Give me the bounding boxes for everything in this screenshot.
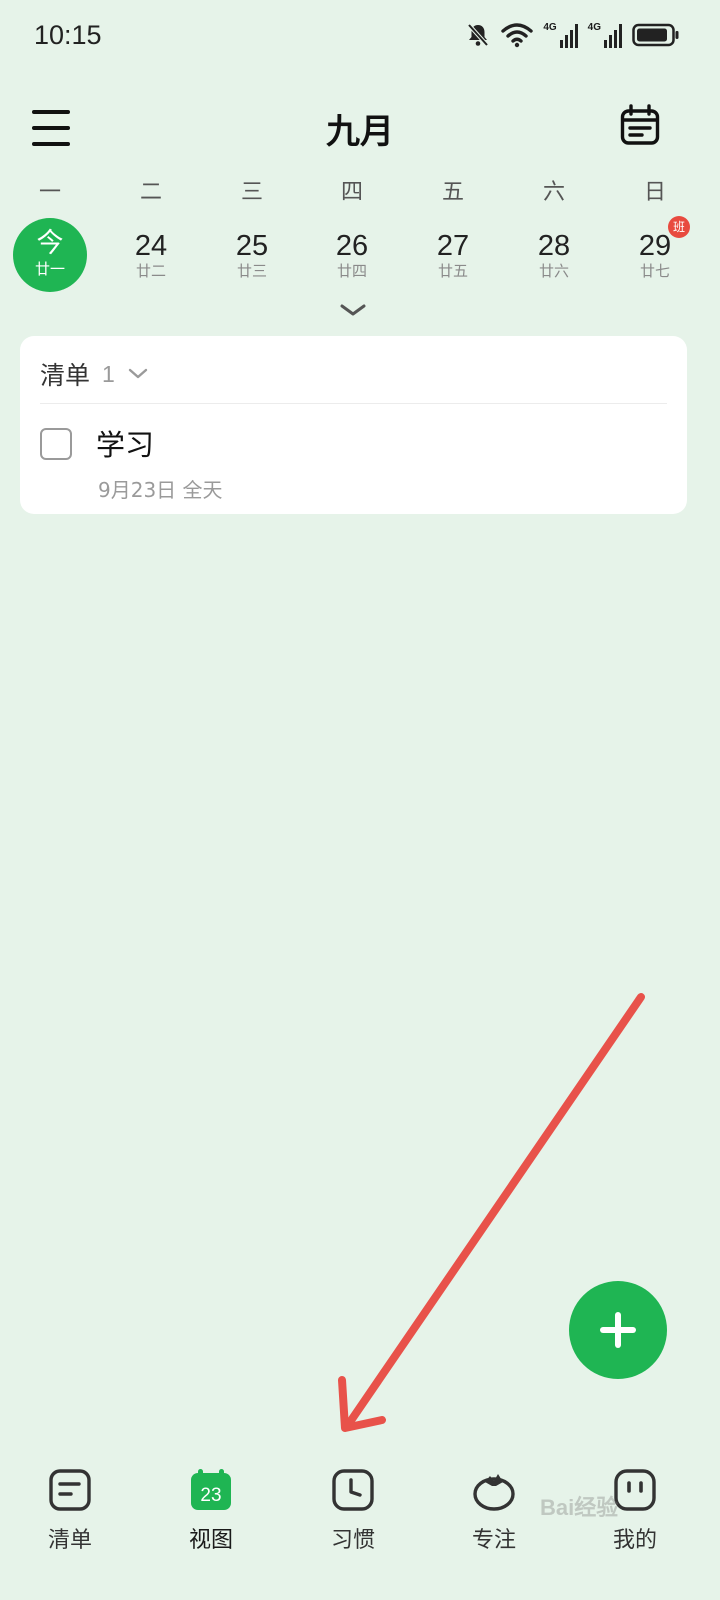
date-cell[interactable]: 24 廿二 xyxy=(114,218,188,292)
date-cell[interactable]: 28 廿六 xyxy=(517,218,591,292)
divider xyxy=(40,403,667,404)
task-date: 9月23日 全天 xyxy=(98,478,223,502)
date-number: 27 xyxy=(436,230,470,262)
weekday-label: 五 xyxy=(441,180,464,205)
calendar-view-icon: 23 xyxy=(191,1469,231,1510)
signal-icon-2: 4G xyxy=(588,22,622,48)
bottom-nav: 清单 23 视图 习惯 专注 我的 xyxy=(0,1460,720,1600)
weekday-label: 二 xyxy=(139,180,162,205)
list-section-label: 清单 xyxy=(40,361,91,390)
date-cell-today[interactable]: 今 廿一 xyxy=(13,218,87,292)
month-title[interactable]: 九月 xyxy=(260,104,460,153)
nav-item-view[interactable]: 23 视图 xyxy=(161,1468,261,1564)
chevron-down-icon[interactable] xyxy=(338,300,368,320)
date-cell[interactable]: 27 廿五 xyxy=(416,218,490,292)
menu-icon[interactable] xyxy=(32,108,72,148)
date-cell[interactable]: 29 廿七 班 xyxy=(618,216,692,292)
tomato-icon xyxy=(473,1474,515,1511)
date-number: 今 xyxy=(36,228,64,259)
network-type-label: 4G xyxy=(587,22,601,33)
lunar-date: 廿四 xyxy=(336,262,367,280)
weekday-row: 一 二 三 四 五 六 日 xyxy=(0,174,720,208)
task-title[interactable]: 学习 xyxy=(96,422,154,464)
lunar-date: 廿五 xyxy=(437,262,468,280)
date-cell[interactable]: 26 廿四 xyxy=(315,218,389,292)
lunar-date: 廿一 xyxy=(34,260,65,278)
add-task-button[interactable] xyxy=(569,1281,667,1379)
nav-label: 习惯 xyxy=(330,1528,375,1553)
network-type-label: 4G xyxy=(543,22,557,33)
date-number: 26 xyxy=(335,230,369,262)
watermark: Bai经验 xyxy=(540,1495,619,1520)
calendar-icon[interactable] xyxy=(620,104,660,146)
weekday-label: 四 xyxy=(340,180,363,205)
task-checkbox[interactable] xyxy=(40,428,72,460)
battery-icon xyxy=(632,23,679,47)
status-time: 10:15 xyxy=(34,20,102,50)
weekday-label: 一 xyxy=(38,180,61,205)
clock-icon xyxy=(332,1469,374,1511)
status-icons: 4G 4G xyxy=(465,22,680,48)
lunar-date: 廿二 xyxy=(135,262,166,280)
signal-icon-1: 4G xyxy=(543,22,578,48)
list-icon xyxy=(49,1469,91,1511)
lunar-date: 廿七 xyxy=(639,262,670,280)
date-number: 25 xyxy=(235,230,269,262)
list-section-header[interactable]: 清单 1 xyxy=(40,354,149,394)
nav-label: 我的 xyxy=(612,1528,657,1553)
lunar-date: 廿三 xyxy=(236,262,267,280)
list-section-count: 1 xyxy=(102,360,115,387)
task-list-card: 清单 1 学习 9月23日 全天 xyxy=(20,336,687,514)
lunar-date: 廿六 xyxy=(538,262,569,280)
nav-label: 视图 xyxy=(188,1528,233,1553)
profile-icon xyxy=(614,1469,656,1511)
chevron-down-icon xyxy=(128,368,148,379)
workday-badge: 班 xyxy=(668,216,690,238)
weekday-label: 三 xyxy=(240,180,263,205)
nav-label: 专注 xyxy=(471,1528,516,1553)
wifi-icon xyxy=(501,23,534,48)
date-number: 28 xyxy=(537,230,571,262)
nav-label: 清单 xyxy=(47,1528,92,1553)
date-strip: 今 廿一 24 廿二 25 廿三 26 廿四 27 廿五 28 廿六 29 廿七… xyxy=(0,216,720,294)
view-icon-date: 23 xyxy=(200,1485,221,1506)
date-cell[interactable]: 25 廿三 xyxy=(215,218,289,292)
weekday-label: 六 xyxy=(542,180,565,205)
date-number: 24 xyxy=(134,230,168,262)
nav-item-habit[interactable]: 习惯 xyxy=(303,1468,403,1564)
nav-item-focus[interactable]: 专注 xyxy=(444,1468,544,1564)
weekday-label: 日 xyxy=(643,180,666,205)
nav-item-list[interactable]: 清单 xyxy=(20,1468,120,1564)
bell-muted-icon xyxy=(467,23,489,47)
